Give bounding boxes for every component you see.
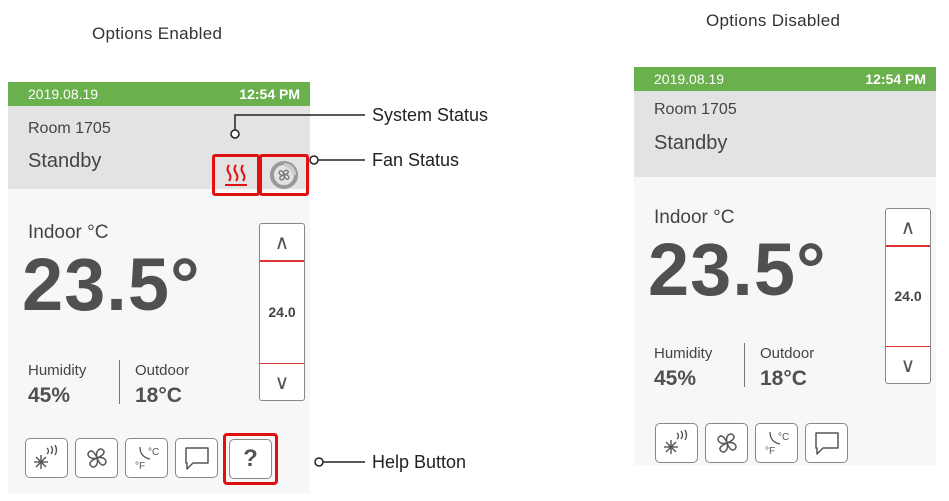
setpoint-control: ∧ 24.0 ∨: [885, 208, 931, 384]
fan-button[interactable]: [705, 423, 748, 463]
callout-system-status: System Status: [372, 105, 489, 125]
room-label: Room 1705: [654, 101, 737, 118]
outdoor-label: Outdoor: [760, 345, 815, 362]
room-header: Room 1705 Standby: [634, 91, 936, 177]
callout-fan-status: Fan Status: [372, 150, 460, 170]
fan-icon: [716, 433, 737, 453]
status-bar: 2019.08.19 12:54 PM: [634, 67, 936, 91]
divider: [744, 343, 745, 387]
date-label: 2019.08.19: [654, 71, 725, 87]
humidity-value: 45%: [654, 367, 697, 390]
time-label: 12:54 PM: [865, 71, 926, 87]
units-button[interactable]: °C °F: [755, 423, 798, 463]
svg-text:°C: °C: [778, 432, 789, 443]
message-button[interactable]: [805, 423, 848, 463]
indoor-temperature: 23.5°: [648, 228, 827, 311]
humidity-label: Humidity: [654, 345, 713, 362]
outdoor-value: 18°C: [760, 367, 807, 390]
setpoint-value: 24.0: [894, 288, 922, 304]
callout-help-button: Help Button: [372, 452, 467, 472]
mode-icon: [663, 429, 687, 454]
thermostat-screen-disabled: 2019.08.19 12:54 PM Room 1705 Standby In…: [634, 67, 936, 465]
mode-label: Standby: [654, 132, 728, 154]
setpoint-up-button[interactable]: ∧: [886, 209, 930, 245]
indoor-label: Indoor °C: [654, 207, 735, 228]
message-icon: [814, 432, 839, 455]
mode-button[interactable]: [655, 423, 698, 463]
option-buttons: °C °F: [655, 423, 848, 463]
setpoint-down-button[interactable]: ∨: [886, 347, 930, 383]
svg-text:°F: °F: [765, 446, 775, 457]
units-icon: °C °F: [765, 431, 789, 457]
